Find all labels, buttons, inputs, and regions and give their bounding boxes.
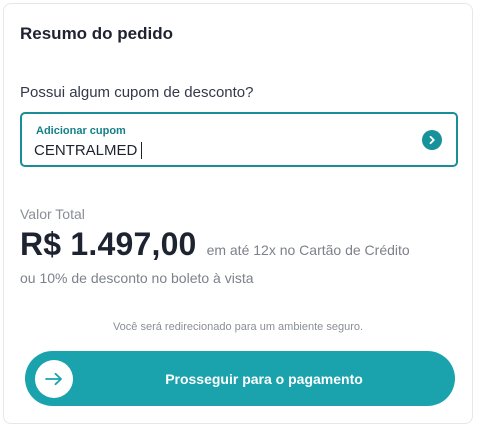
text-cursor [141,142,142,159]
apply-coupon-button[interactable] [422,130,442,150]
total-row: R$ 1.497,00 em até 12x no Cartão de Créd… [20,226,410,263]
proceed-button-label: Prosseguir para o pagamento [165,370,363,387]
order-summary-card: Resumo do pedido Possui algum cupom de d… [3,3,473,424]
coupon-field[interactable]: Adicionar cupom [20,112,458,167]
boleto-discount-text: ou 10% de desconto no boleto à vista [20,270,254,286]
chevron-right-icon [429,135,435,145]
installments-text: em até 12x no Cartão de Crédito [206,242,410,258]
coupon-input[interactable] [34,139,404,161]
secure-redirect-note: Você será redirecionado para um ambiente… [112,321,364,333]
arrow-right-icon [45,372,62,386]
proceed-to-payment-button[interactable]: Prosseguir para o pagamento [25,351,455,406]
coupon-question: Possui algum cupom de desconto? [20,84,254,101]
order-summary-title: Resumo do pedido [20,24,173,43]
proceed-icon-circle [35,360,73,398]
total-value: R$ 1.497,00 [20,226,197,262]
coupon-field-label: Adicionar cupom [36,125,126,137]
total-label: Valor Total [20,206,85,222]
